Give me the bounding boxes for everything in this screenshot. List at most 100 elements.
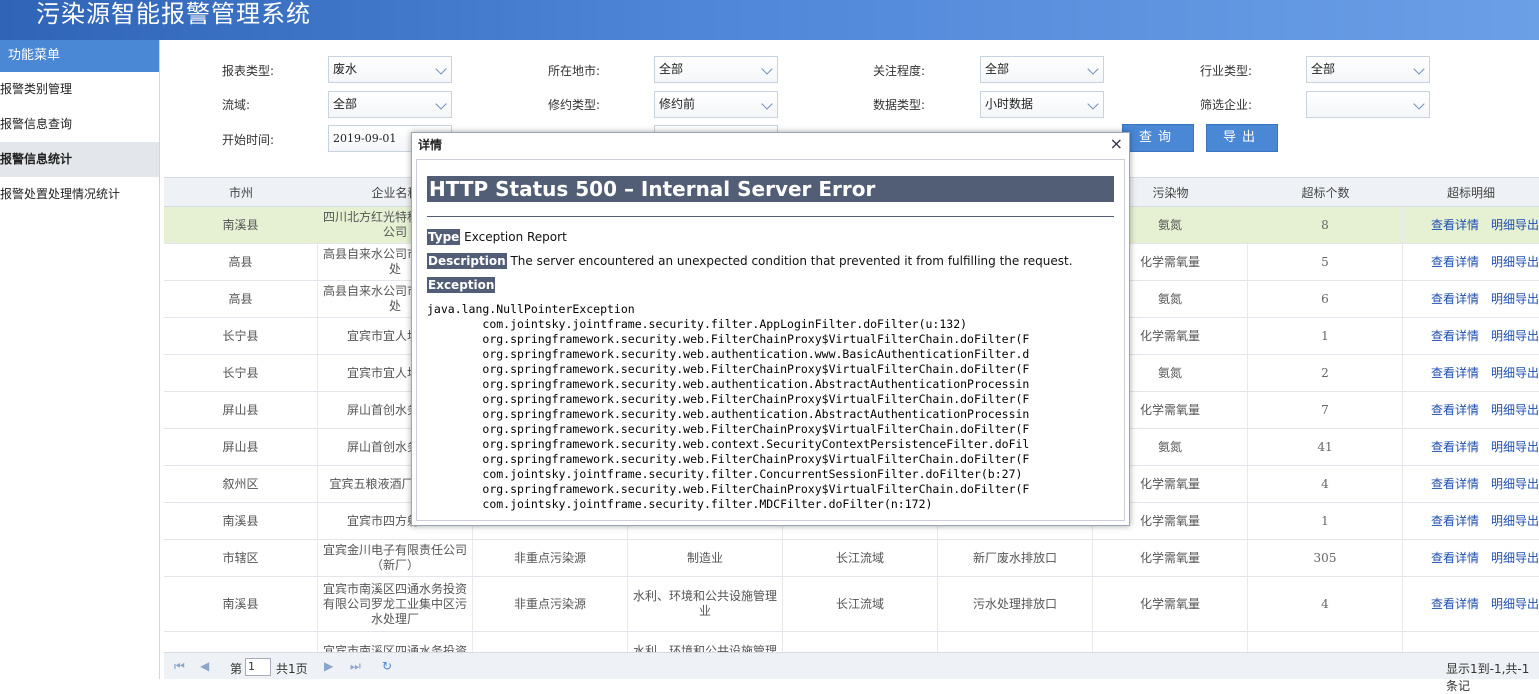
dialog-body: HTTP Status 500 – Internal Server Error … [416,159,1125,521]
page-prefix: 第 [230,662,243,676]
col-city: 市州 [228,186,253,200]
export-detail-link[interactable]: 明细导出 [1491,477,1539,492]
stack-line: com.jointsky.jointframe.security.filter.… [427,317,968,331]
close-icon[interactable]: × [1110,136,1123,152]
view-detail-link[interactable]: 查看详情 [1431,403,1479,418]
stack-line: org.springframework.security.web.FilterC… [427,392,1030,406]
revision-select[interactable]: 修约前 [654,91,778,118]
view-detail-link[interactable]: 查看详情 [1431,292,1479,307]
stack-line: org.springframework.security.web.FilterC… [427,362,1030,376]
report-type-select[interactable]: 废水 [328,56,452,83]
chevron-down-icon [1087,98,1099,110]
description-line: Description The server encountered an un… [427,253,1114,269]
sidebar-item-alarm-query[interactable]: 报警信息查询 [0,107,159,142]
cell-attention: 非重点污染源 [473,577,628,631]
page-number-input[interactable]: 1 [245,658,271,676]
cell-count: 305 [1248,540,1403,576]
stack-line: org.springframework.security.web.FilterC… [427,422,1030,436]
sidebar-item-alarm-handling-statistics[interactable]: 报警处置处理情况统计 [0,177,159,212]
cell-count: 7 [1248,392,1403,428]
view-detail-link[interactable]: 查看详情 [1431,514,1479,529]
export-detail-link[interactable]: 明细导出 [1491,597,1539,612]
enterprise-select[interactable] [1306,91,1430,118]
cell-city: 高县 [164,244,318,280]
cell-basin: 长江流域 [783,540,938,576]
stack-line: org.springframework.security.web.authent… [427,347,1030,361]
col-count: 超标个数 [1301,186,1350,200]
report-type-value: 废水 [333,62,358,76]
cell-outlet: 污水处理排放口 [938,577,1093,631]
cell-count: 4 [1248,466,1403,502]
col-detail: 超标明细 [1446,186,1495,200]
city-select[interactable]: 全部 [654,56,778,83]
cell-company: 宜宾金川电子有限责任公司（新厂） [318,540,473,576]
export-button[interactable]: 导出 [1206,124,1278,152]
revision-label: 修约类型: [548,98,601,112]
data-type-label: 数据类型: [873,98,926,112]
description-tag: Description [427,253,507,269]
cell-detail-links: 查看详情 明细导出 [1403,318,1539,354]
cell-basin: 长江流域 [783,577,938,631]
sidebar-menu-title: 功能菜单 [0,40,159,72]
table-row[interactable]: 市辖区 宜宾金川电子有限责任公司（新厂） 非重点污染源 制造业 长江流域 新厂废水排放口化… [164,540,1539,577]
export-detail-link[interactable]: 明细导出 [1491,403,1539,418]
table-row[interactable]: 南溪县 宜宾市南溪区四通水务投资有限公司罗龙工业集中区污水处理厂 非重点污染源 水利、… [164,577,1539,632]
view-detail-link[interactable]: 查看详情 [1431,477,1479,492]
export-detail-link[interactable]: 明细导出 [1491,329,1539,344]
export-detail-link[interactable]: 明细导出 [1491,514,1539,529]
chevron-down-icon [1413,63,1425,75]
attention-value: 全部 [985,62,1010,76]
stack-line: org.springframework.security.web.FilterC… [427,452,1030,466]
export-detail-link[interactable]: 明细导出 [1491,551,1539,566]
stack-line: org.springframework.security.web.FilterC… [427,482,1030,496]
cell-outlet: 新厂废水排放口 [938,540,1093,576]
data-type-value: 小时数据 [985,97,1034,111]
data-type-select[interactable]: 小时数据 [980,91,1104,118]
export-detail-link[interactable]: 明细导出 [1491,255,1539,270]
attention-select[interactable]: 全部 [980,56,1104,83]
view-detail-link[interactable]: 查看详情 [1431,218,1479,233]
view-detail-link[interactable]: 查看详情 [1431,597,1479,612]
cell-city: 高县 [164,281,318,317]
stack-line: org.springframework.security.web.context… [427,437,1030,451]
industry-select[interactable]: 全部 [1306,56,1430,83]
stack-line: org.springframework.security.web.authent… [427,377,1030,391]
next-page-icon[interactable]: ▶ [324,659,333,673]
view-detail-link[interactable]: 查看详情 [1431,329,1479,344]
prev-page-icon[interactable]: ◀ [200,659,209,673]
cell-city: 南溪县 [164,207,318,243]
export-detail-link[interactable]: 明细导出 [1491,218,1539,233]
app-title: 污染源智能报警管理系统 [36,0,311,28]
last-page-icon[interactable]: ⏭ [350,659,361,674]
stack-line: org.springframework.security.web.FilterC… [427,332,1030,346]
cell-detail-links: 查看详情 明细导出 [1403,244,1539,280]
table-row[interactable]: 宜宾市南溪区四通水务投资 水利、环境和公共设施管理 [164,632,1539,652]
view-detail-link[interactable]: 查看详情 [1431,551,1479,566]
cell-detail-links: 查看详情 明细导出 [1403,392,1539,428]
report-type-label: 报表类型: [222,64,275,78]
stack-trace: java.lang.NullPointerException com.joint… [427,302,1114,512]
sidebar-item-alarm-category[interactable]: 报警类别管理 [0,72,159,107]
query-button[interactable]: 查询 [1122,124,1194,152]
view-detail-link[interactable]: 查看详情 [1431,255,1479,270]
view-detail-link[interactable]: 查看详情 [1431,440,1479,455]
refresh-icon[interactable]: ↻ [382,659,392,673]
export-detail-link[interactable]: 明细导出 [1491,292,1539,307]
sidebar-item-alarm-statistics[interactable]: 报警信息统计 [0,142,159,177]
cell-attention: 非重点污染源 [473,540,628,576]
export-detail-link[interactable]: 明细导出 [1491,440,1539,455]
industry-value: 全部 [1311,62,1336,76]
first-page-icon[interactable]: ⏮ [174,659,185,674]
pagination-summary: 显示1到-1,共-1条记 [1446,662,1530,693]
cell-city: 长宁县 [164,355,318,391]
chevron-down-icon [1413,98,1425,110]
description-text: The server encountered an unexpected con… [506,254,1073,268]
attention-label: 关注程度: [873,64,926,78]
cell-count: 4 [1248,577,1403,631]
view-detail-link[interactable]: 查看详情 [1431,366,1479,381]
export-detail-link[interactable]: 明细导出 [1491,366,1539,381]
cell-pollutant [1093,632,1248,652]
cell-company: 宜宾市南溪区四通水务投资有限公司罗龙工业集中区污水处理厂 [318,577,473,631]
cell-count: 1 [1248,318,1403,354]
basin-select[interactable]: 全部 [328,91,452,118]
